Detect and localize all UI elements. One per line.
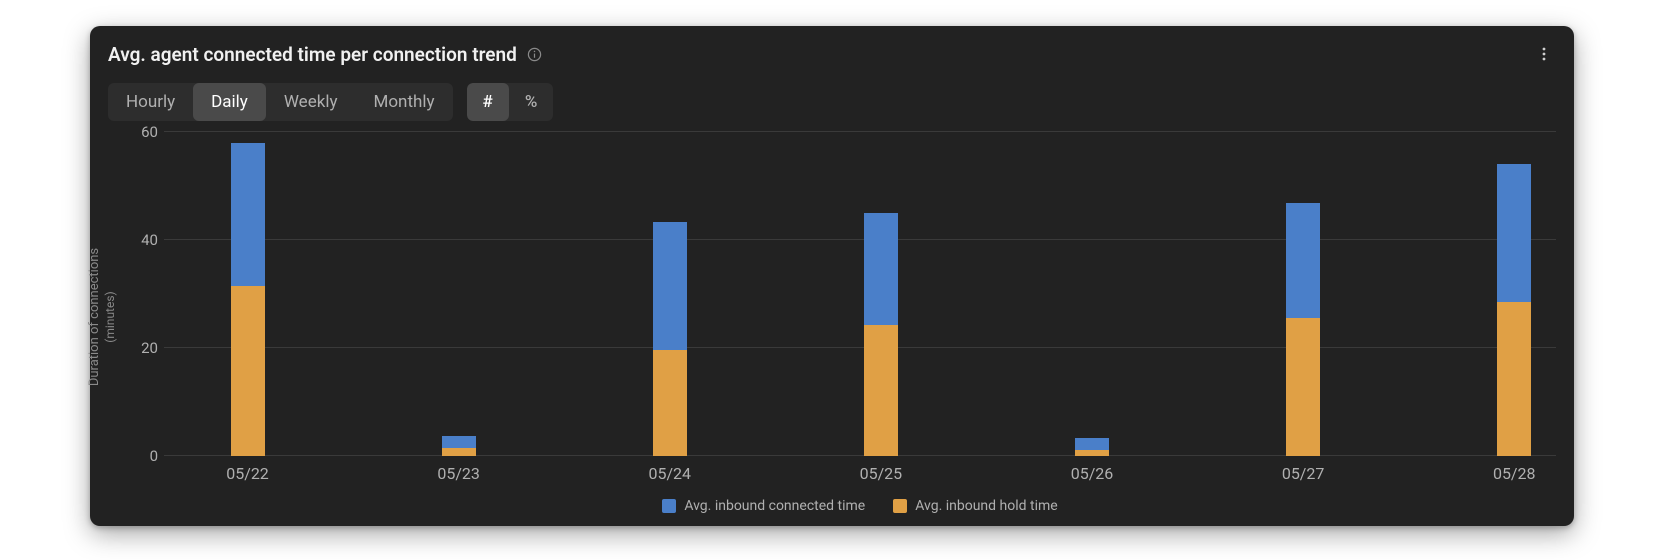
bar-segment-connected [653, 222, 687, 351]
bar[interactable] [1075, 380, 1109, 456]
x-axis-ticks: 05/22 05/23 05/24 05/25 05/26 05/27 05/28 [164, 464, 1556, 492]
x-tick: 05/26 [1071, 464, 1114, 483]
legend-item-connected[interactable]: Avg. inbound connected time [662, 498, 865, 514]
bar-segment-hold [231, 286, 265, 456]
period-hourly-button[interactable]: Hourly [108, 83, 193, 121]
chart-panel: Avg. agent connected time per connection… [90, 26, 1574, 526]
bar-segment-connected [1075, 438, 1109, 449]
x-tick: 05/24 [648, 464, 691, 483]
legend-swatch-blue [662, 499, 676, 513]
mode-toggle-group: #% [467, 83, 554, 121]
bar[interactable] [864, 175, 898, 456]
info-icon[interactable] [527, 46, 543, 62]
bar-segment-connected [231, 143, 265, 286]
legend-label-hold: Avg. inbound hold time [915, 498, 1057, 514]
x-tick: 05/27 [1282, 464, 1325, 483]
x-tick: 05/22 [226, 464, 269, 483]
panel-header: Avg. agent connected time per connection… [108, 40, 1556, 68]
bar-segment-hold [653, 350, 687, 456]
bar-segment-connected [1497, 164, 1531, 303]
chart-area: Duration of connections (minutes) 020406… [108, 132, 1556, 514]
x-tick: 05/28 [1493, 464, 1536, 483]
legend: Avg. inbound connected time Avg. inbound… [164, 498, 1556, 514]
more-menu-icon[interactable] [1532, 42, 1556, 66]
chart-title: Avg. agent connected time per connection… [108, 43, 517, 66]
bar[interactable] [231, 137, 265, 456]
x-tick: 05/23 [437, 464, 480, 483]
y-tick: 40 [118, 231, 158, 249]
y-axis-ticks: 0204060 [118, 132, 158, 456]
toolbar: HourlyDailyWeeklyMonthly #% [108, 82, 1556, 122]
y-axis-label-line2: (minutes) [103, 248, 117, 386]
legend-swatch-orange [893, 499, 907, 513]
mode-percent-button[interactable]: % [509, 83, 554, 121]
y-axis-label-line1: Duration of connections [87, 248, 102, 386]
period-weekly-button[interactable]: Weekly [266, 83, 356, 121]
legend-label-connected: Avg. inbound connected time [684, 498, 865, 514]
bar[interactable] [653, 181, 687, 456]
bar-segment-hold [864, 325, 898, 456]
bar-segment-hold [1497, 302, 1531, 456]
bar-segment-hold [1075, 450, 1109, 456]
y-tick: 20 [118, 339, 158, 357]
bars-layer [164, 132, 1556, 456]
period-toggle-group: HourlyDailyWeeklyMonthly [108, 83, 453, 121]
bar[interactable] [1286, 170, 1320, 456]
y-axis-label: Duration of connections (minutes) [87, 248, 117, 386]
bar-segment-connected [1286, 203, 1320, 317]
y-tick: 0 [118, 447, 158, 465]
bar-segment-connected [442, 436, 476, 448]
y-tick: 60 [118, 123, 158, 141]
bar-segment-hold [442, 448, 476, 456]
x-tick: 05/25 [860, 464, 903, 483]
bar[interactable] [1497, 148, 1531, 456]
legend-item-hold[interactable]: Avg. inbound hold time [893, 498, 1057, 514]
mode-absolute-button[interactable]: # [467, 83, 509, 121]
bar[interactable] [442, 375, 476, 456]
plot-region: 0204060 [164, 132, 1556, 456]
period-monthly-button[interactable]: Monthly [356, 83, 453, 121]
bar-segment-hold [1286, 318, 1320, 456]
bar-segment-connected [864, 213, 898, 325]
period-daily-button[interactable]: Daily [193, 83, 266, 121]
